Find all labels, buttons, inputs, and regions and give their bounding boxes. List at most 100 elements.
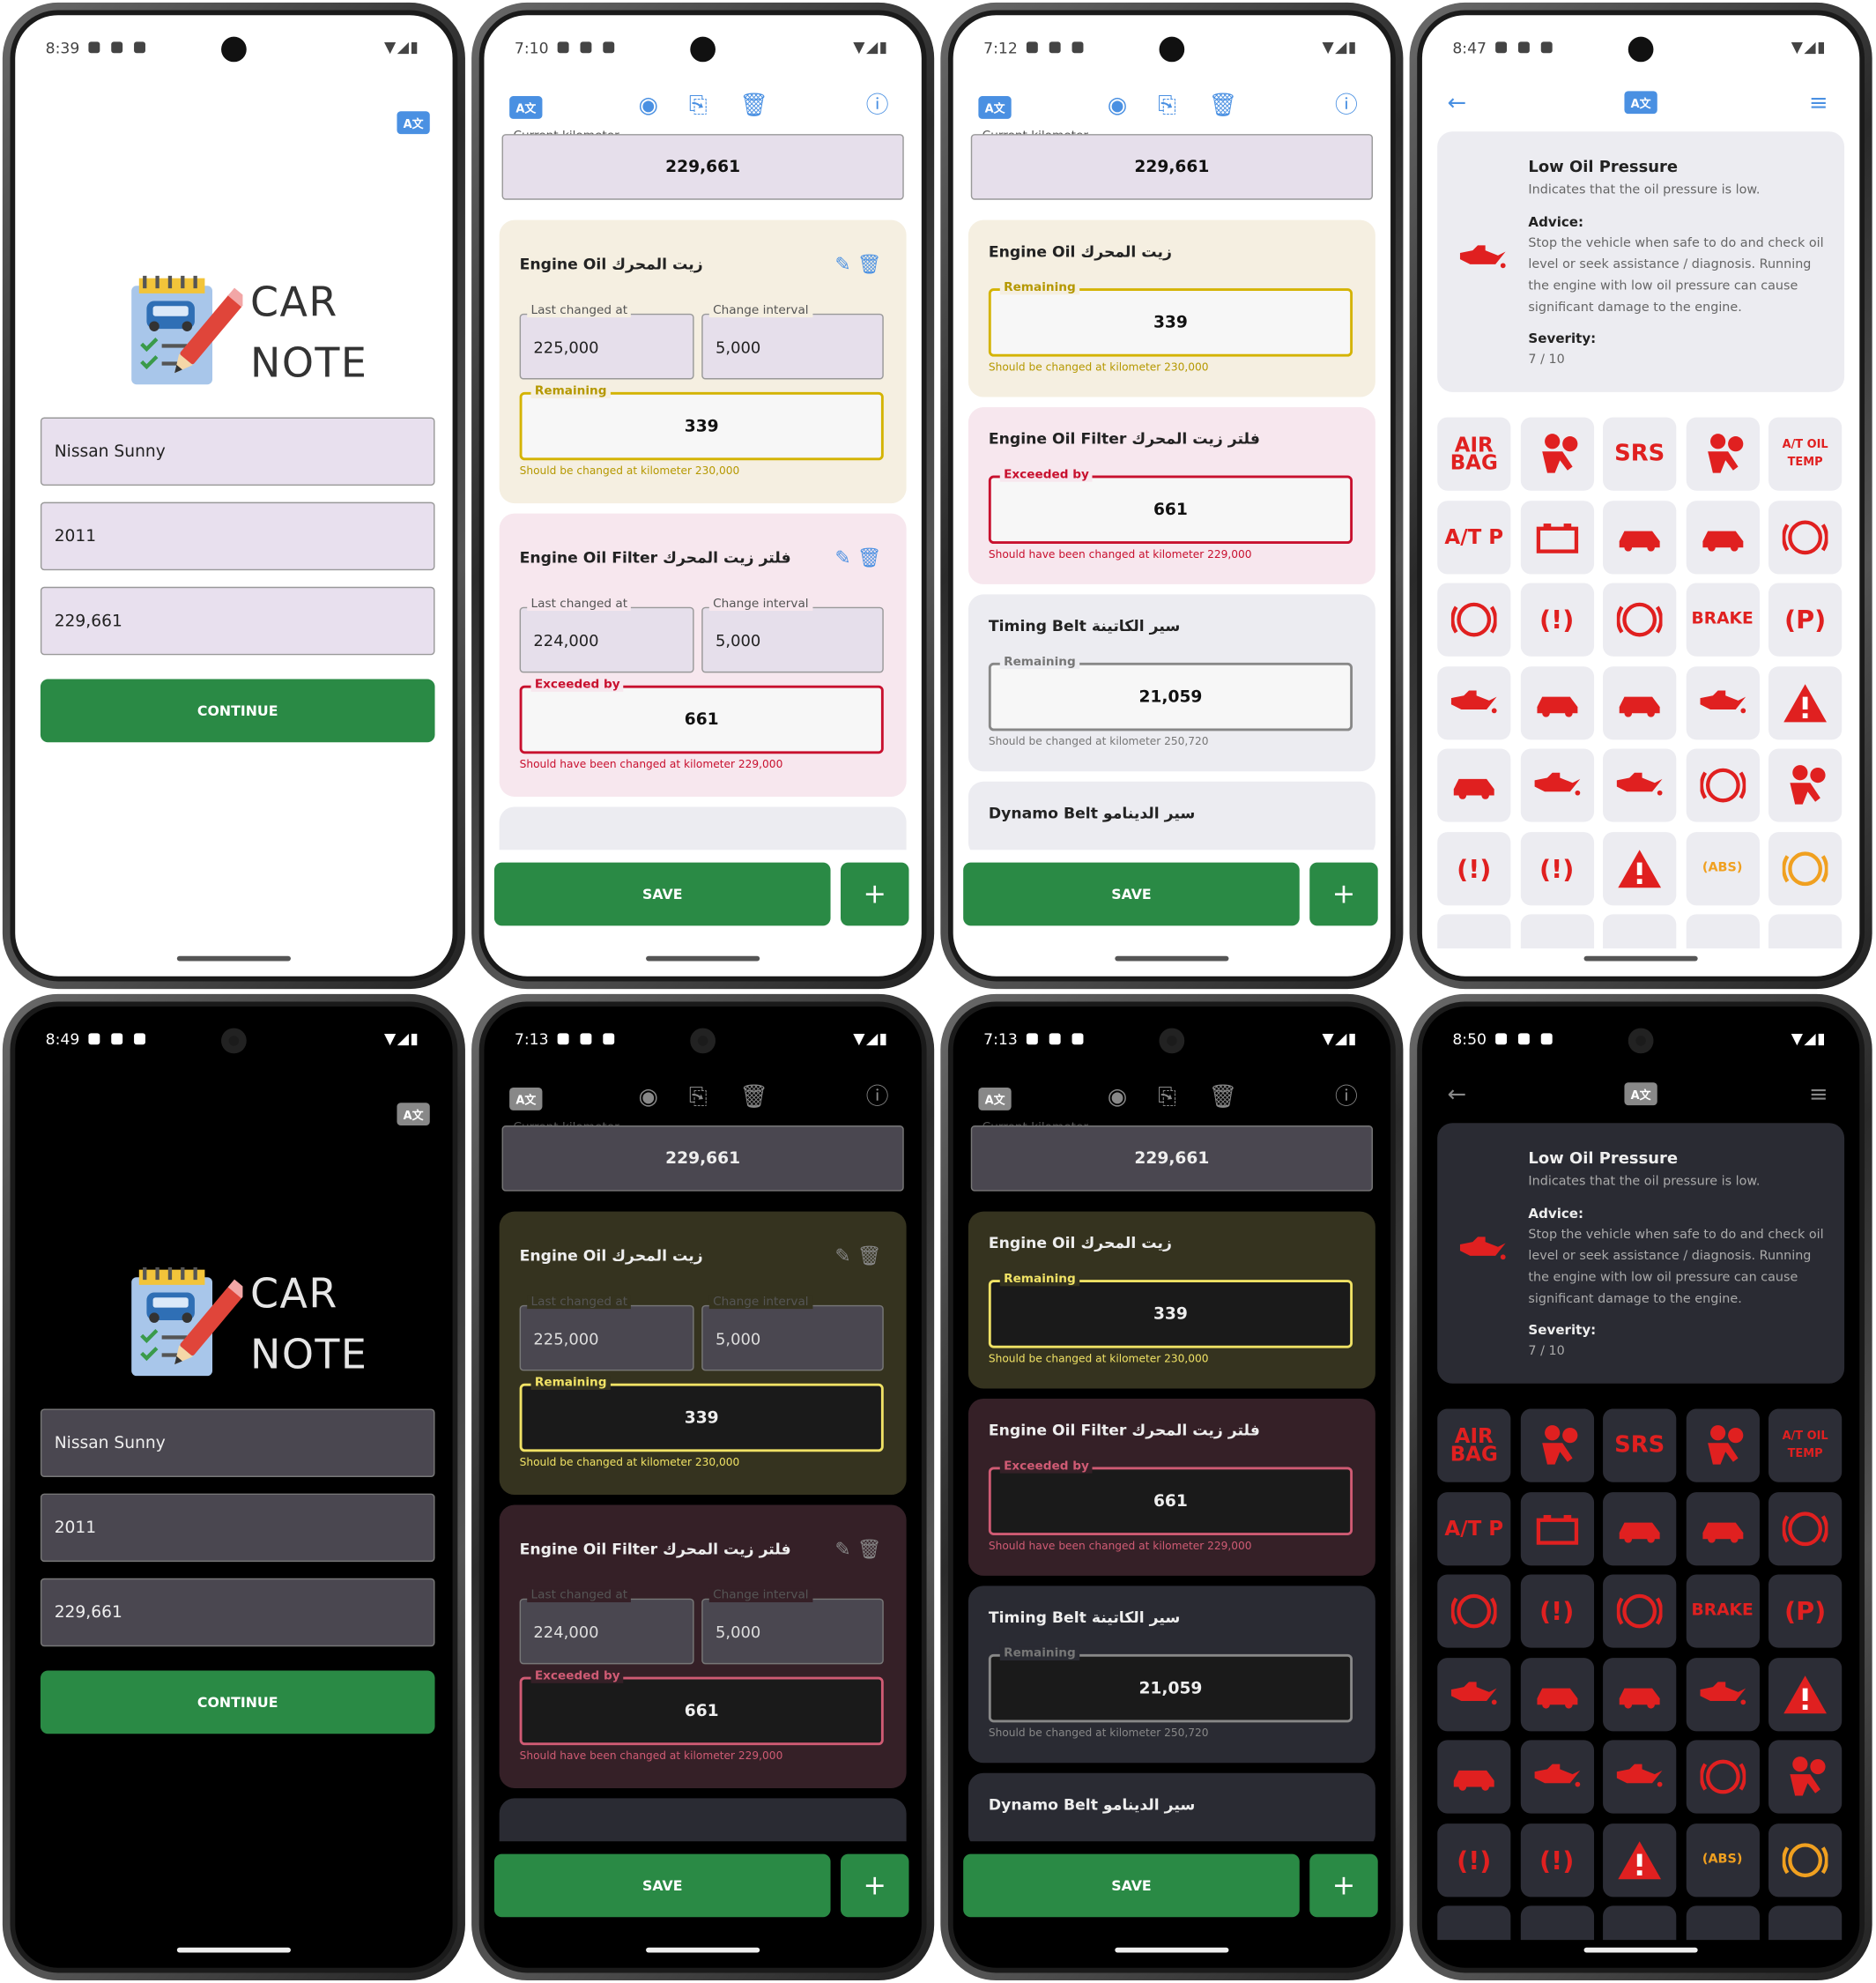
translate-button[interactable]: A文 — [978, 1088, 1012, 1110]
warning-tile[interactable]: (P) — [1768, 583, 1843, 657]
warning-tile[interactable] — [1686, 1657, 1760, 1731]
translate-button[interactable]: A文 — [397, 111, 430, 135]
warning-tile[interactable]: BRAKE — [1686, 583, 1760, 657]
warning-tile[interactable] — [1520, 914, 1594, 949]
last-changed-field[interactable]: 224,000 — [519, 606, 694, 673]
save-button[interactable]: SAVE — [493, 1853, 831, 1918]
delete-icon[interactable]: 🗑 — [857, 1244, 881, 1267]
warning-tile[interactable] — [1603, 748, 1677, 822]
warning-tile[interactable] — [1768, 1905, 1843, 1941]
warning-tile[interactable] — [1520, 500, 1594, 574]
sort-icon[interactable]: ≡ — [1809, 1082, 1828, 1108]
warning-tile[interactable]: AIR BAG — [1437, 1408, 1511, 1482]
warning-tile[interactable] — [1686, 1905, 1760, 1941]
warning-tile[interactable]: A/T OIL TEMP — [1768, 1408, 1843, 1482]
change-interval-field[interactable]: 5,000 — [701, 313, 884, 380]
warning-tile[interactable] — [1686, 1740, 1760, 1814]
warning-tile[interactable] — [1437, 1740, 1511, 1814]
warning-tile[interactable]: SRS — [1603, 417, 1677, 491]
edit-icon[interactable]: ✎ — [834, 1538, 850, 1561]
eye-icon[interactable]: ◉ — [1108, 1084, 1128, 1110]
edit-icon[interactable]: ✎ — [834, 546, 850, 569]
change-interval-field[interactable]: 5,000 — [701, 1304, 884, 1371]
warning-tile[interactable]: SRS — [1603, 1408, 1677, 1482]
warning-tile[interactable] — [1686, 417, 1760, 491]
home-indicator[interactable] — [646, 1947, 760, 1953]
save-button[interactable]: SAVE — [963, 862, 1300, 926]
warning-tile[interactable] — [1437, 1574, 1511, 1648]
home-indicator[interactable] — [1583, 1947, 1698, 1953]
warning-tile[interactable] — [1437, 583, 1511, 657]
add-button[interactable]: + — [1309, 1853, 1378, 1918]
info-icon[interactable]: ⓘ — [1335, 1084, 1358, 1110]
clear-icon[interactable]: 🗑 — [739, 93, 768, 119]
warning-tile[interactable] — [1768, 665, 1843, 739]
add-button[interactable]: + — [1309, 862, 1378, 926]
car-name-input[interactable]: Nissan Sunny — [40, 1408, 435, 1477]
warning-tile[interactable] — [1437, 665, 1511, 739]
continue-button[interactable]: CONTINUE — [40, 679, 435, 743]
edit-icon[interactable]: ✎ — [834, 1244, 850, 1267]
warning-tile[interactable] — [1768, 748, 1843, 822]
warning-tile[interactable]: (!) — [1437, 831, 1511, 905]
warning-tile[interactable] — [1520, 1408, 1594, 1482]
delete-icon[interactable]: 🗑 — [857, 546, 881, 569]
warning-tile[interactable] — [1603, 1657, 1677, 1731]
warning-tile[interactable] — [1686, 665, 1760, 739]
save-button[interactable]: SAVE — [963, 1853, 1300, 1918]
copy-icon[interactable]: ⎘ — [689, 93, 708, 119]
warning-tile[interactable] — [1437, 1657, 1511, 1731]
copy-icon[interactable]: ⎘ — [1158, 93, 1176, 119]
warning-tile[interactable] — [1603, 1574, 1677, 1648]
translate-button[interactable]: A文 — [1624, 1082, 1657, 1106]
current-kilometer-field[interactable]: 229,661 — [501, 134, 904, 200]
warning-tile[interactable] — [1768, 831, 1843, 905]
translate-button[interactable]: A文 — [978, 96, 1012, 119]
warning-tile[interactable]: A/T P — [1437, 500, 1511, 574]
add-button[interactable]: + — [841, 1853, 909, 1918]
warning-tile[interactable] — [1437, 1905, 1511, 1941]
warning-tile[interactable] — [1520, 417, 1594, 491]
change-interval-field[interactable]: 5,000 — [701, 1598, 884, 1665]
translate-button[interactable]: A文 — [397, 1103, 430, 1126]
warning-tile[interactable] — [1603, 500, 1677, 574]
info-icon[interactable]: ⓘ — [1335, 93, 1358, 119]
warning-tile[interactable]: AIR BAG — [1437, 417, 1511, 491]
back-arrow-icon[interactable]: ← — [1448, 91, 1467, 116]
delete-icon[interactable]: 🗑 — [857, 1538, 881, 1561]
warning-tile[interactable]: (!) — [1520, 1823, 1594, 1897]
warning-tile[interactable] — [1603, 831, 1677, 905]
continue-button[interactable]: CONTINUE — [40, 1670, 435, 1734]
edit-icon[interactable]: ✎ — [834, 253, 850, 276]
current-kilometer-field[interactable]: 229,661 — [970, 134, 1373, 200]
current-kilometer-field[interactable]: 229,661 — [501, 1125, 904, 1192]
kilometer-input[interactable]: 229,661 — [40, 586, 435, 656]
eye-icon[interactable]: ◉ — [1108, 93, 1128, 119]
translate-button[interactable]: A文 — [509, 1088, 543, 1110]
car-name-input[interactable]: Nissan Sunny — [40, 417, 435, 486]
warning-tile[interactable]: (!) — [1520, 831, 1594, 905]
warning-tile[interactable] — [1686, 1408, 1760, 1482]
warning-tile[interactable]: (ABS) — [1686, 1823, 1760, 1897]
eye-icon[interactable]: ◉ — [638, 1084, 658, 1110]
clear-icon[interactable]: 🗑 — [1208, 93, 1237, 119]
warning-tile[interactable]: A/T OIL TEMP — [1768, 417, 1843, 491]
warning-tile[interactable] — [1437, 914, 1511, 949]
home-indicator[interactable] — [176, 1947, 291, 1953]
warning-tile[interactable] — [1603, 1740, 1677, 1814]
warning-tile[interactable]: (P) — [1768, 1574, 1843, 1648]
info-icon[interactable]: ⓘ — [866, 93, 889, 119]
warning-tile[interactable] — [1686, 500, 1760, 574]
warning-tile[interactable] — [1603, 583, 1677, 657]
eye-icon[interactable]: ◉ — [638, 93, 658, 119]
year-input[interactable]: 2011 — [40, 1493, 435, 1563]
warning-tile[interactable] — [1768, 1740, 1843, 1814]
warning-tile[interactable] — [1686, 1491, 1760, 1565]
copy-icon[interactable]: ⎘ — [689, 1084, 708, 1110]
kilometer-input[interactable]: 229,661 — [40, 1578, 435, 1647]
year-input[interactable]: 2011 — [40, 501, 435, 571]
warning-tile[interactable] — [1768, 914, 1843, 949]
home-indicator[interactable] — [1583, 955, 1698, 962]
home-indicator[interactable] — [646, 955, 760, 962]
home-indicator[interactable] — [176, 955, 291, 962]
